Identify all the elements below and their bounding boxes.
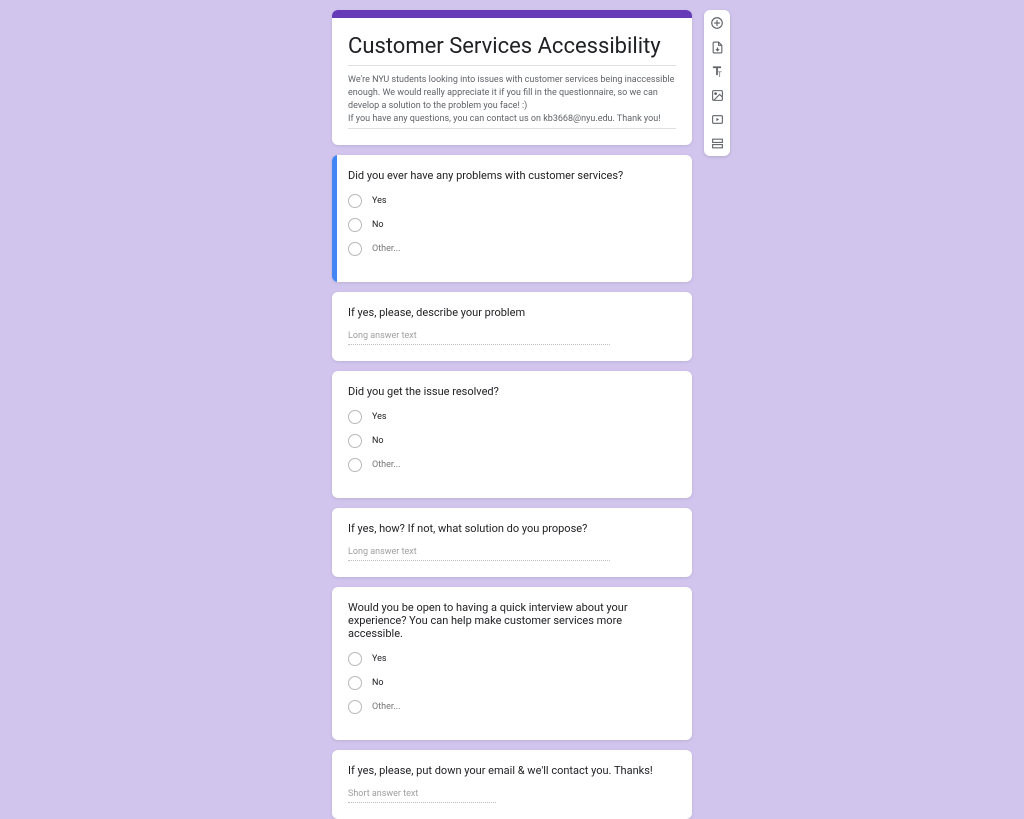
- option-no[interactable]: No: [348, 676, 676, 690]
- option-label: No: [372, 436, 384, 446]
- question-card-2[interactable]: If yes, please, describe your problem Lo…: [332, 292, 692, 361]
- long-answer-input[interactable]: Long answer text: [348, 331, 610, 345]
- svg-text:T: T: [718, 71, 723, 78]
- question-text[interactable]: If yes, how? If not, what solution do yo…: [348, 522, 676, 535]
- divider: [348, 65, 676, 66]
- radio-icon: [348, 410, 362, 424]
- option-yes[interactable]: Yes: [348, 410, 676, 424]
- option-yes[interactable]: Yes: [348, 194, 676, 208]
- option-other[interactable]: Other...: [348, 458, 676, 472]
- form-canvas: Customer Services Accessibility We're NY…: [332, 10, 692, 615]
- short-answer-input[interactable]: Short answer text: [348, 789, 496, 803]
- add-video-icon[interactable]: [710, 112, 724, 126]
- divider: [348, 128, 676, 129]
- option-label: No: [372, 678, 384, 688]
- add-question-icon[interactable]: [710, 16, 724, 30]
- radio-icon: [348, 676, 362, 690]
- radio-icon: [348, 218, 362, 232]
- question-text[interactable]: If yes, please, describe your problem: [348, 306, 676, 319]
- option-other[interactable]: Other...: [348, 700, 676, 714]
- radio-icon: [348, 434, 362, 448]
- question-card-5[interactable]: Would you be open to having a quick inte…: [332, 587, 692, 740]
- form-description-line1: We're NYU students looking into issues w…: [348, 75, 674, 111]
- long-answer-input[interactable]: Long answer text: [348, 547, 610, 561]
- radio-icon: [348, 652, 362, 666]
- question-text[interactable]: If yes, please, put down your email & we…: [348, 764, 676, 777]
- form-description[interactable]: We're NYU students looking into issues w…: [348, 74, 676, 126]
- add-section-icon[interactable]: [710, 136, 724, 150]
- option-yes[interactable]: Yes: [348, 652, 676, 666]
- radio-icon: [348, 700, 362, 714]
- question-text[interactable]: Would you be open to having a quick inte…: [348, 601, 676, 640]
- radio-icon: [348, 194, 362, 208]
- add-title-icon[interactable]: T: [710, 64, 724, 78]
- option-label: Yes: [372, 412, 387, 422]
- form-description-line2: If you have any questions, you can conta…: [348, 114, 661, 124]
- form-title[interactable]: Customer Services Accessibility: [348, 34, 676, 59]
- option-label: Other...: [372, 244, 401, 254]
- option-no[interactable]: No: [348, 218, 676, 232]
- question-card-3[interactable]: Did you get the issue resolved? Yes No O…: [332, 371, 692, 498]
- import-questions-icon[interactable]: [710, 40, 724, 54]
- option-label: Yes: [372, 196, 387, 206]
- option-label: Other...: [372, 460, 401, 470]
- option-no[interactable]: No: [348, 434, 676, 448]
- radio-icon: [348, 458, 362, 472]
- option-label: No: [372, 220, 384, 230]
- option-label: Other...: [372, 702, 401, 712]
- question-text[interactable]: Did you ever have any problems with cust…: [348, 169, 676, 182]
- option-label: Yes: [372, 654, 387, 664]
- question-text[interactable]: Did you get the issue resolved?: [348, 385, 676, 398]
- question-card-6[interactable]: If yes, please, put down your email & we…: [332, 750, 692, 819]
- option-other[interactable]: Other...: [348, 242, 676, 256]
- active-indicator: [332, 155, 337, 282]
- floating-toolbar: T: [704, 10, 730, 156]
- add-image-icon[interactable]: [710, 88, 724, 102]
- form-header-card[interactable]: Customer Services Accessibility We're NY…: [332, 10, 692, 145]
- question-card-4[interactable]: If yes, how? If not, what solution do yo…: [332, 508, 692, 577]
- question-card-1[interactable]: Did you ever have any problems with cust…: [332, 155, 692, 282]
- radio-icon: [348, 242, 362, 256]
